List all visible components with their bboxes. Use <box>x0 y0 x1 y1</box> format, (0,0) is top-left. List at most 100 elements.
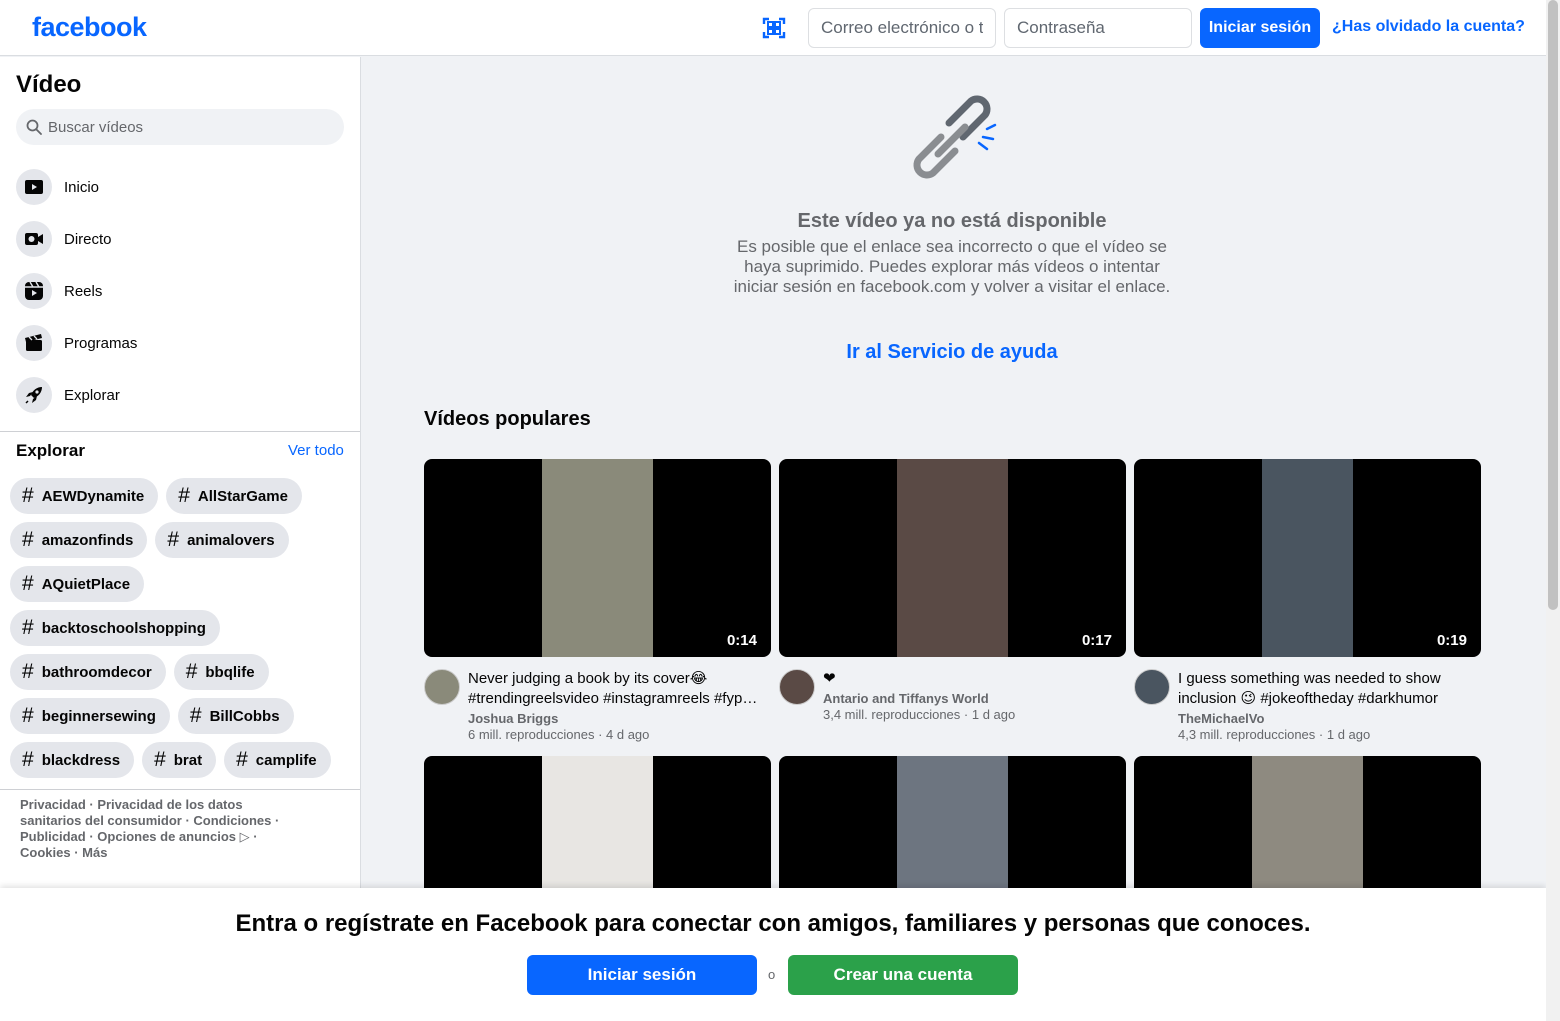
scrollbar[interactable] <box>1546 0 1560 1021</box>
login-banner: Entra o regístrate en Facebook para cone… <box>0 888 1546 1021</box>
hashtag-label: beginnersewing <box>41 707 156 725</box>
play-icon <box>16 169 52 205</box>
video-meta: 3,4 mill. reproducciones · 1 d ago <box>823 707 1016 722</box>
video-duration: 0:17 <box>1081 632 1112 649</box>
hashtag-icon: # <box>22 528 34 551</box>
video-thumbnail[interactable]: 0:14 <box>424 459 771 657</box>
video-duration: 0:19 <box>1436 632 1467 649</box>
sidebar-item-programas[interactable]: Programas <box>8 317 353 369</box>
see-all-link[interactable]: Ver todo <box>288 442 344 459</box>
email-field[interactable] <box>808 8 996 48</box>
create-account-button[interactable]: Crear una cuenta <box>788 955 1018 995</box>
video-title[interactable]: Never judging a book by its cover😂 #tren… <box>468 669 768 709</box>
or-separator: o <box>768 967 776 982</box>
sidebar-item-directo[interactable]: Directo <box>8 213 353 265</box>
video-meta: 4,3 mill. reproducciones · 1 d ago <box>1178 727 1371 742</box>
unavailable-text: Es posible que el enlace sea incorrecto … <box>733 237 1171 296</box>
sidebar-item-explorar[interactable]: Explorar <box>8 369 353 421</box>
video-age: 4 d ago <box>606 727 650 742</box>
hashtag-icon: # <box>22 484 34 507</box>
divider <box>0 789 360 790</box>
video-sidebar: Vídeo Inicio Directo Reels <box>0 57 361 888</box>
video-thumbnail[interactable]: 0:17 <box>779 459 1126 657</box>
hashtag-label: brat <box>173 751 203 769</box>
video-duration: 0:14 <box>726 632 757 649</box>
sidebar-nav: Inicio Directo Reels Programas Explorar <box>8 161 353 421</box>
hashtag-label: bathroomdecor <box>41 663 152 681</box>
avatar[interactable] <box>779 669 815 705</box>
video-author[interactable]: Antario and Tiffanys World <box>823 691 989 706</box>
hashtag-icon: # <box>22 660 34 683</box>
cookies-link[interactable]: Cookies <box>20 845 71 860</box>
hashtag-icon: # <box>22 572 34 595</box>
video-thumbnail[interactable]: 0:19 <box>1134 459 1481 657</box>
facebook-logo[interactable]: facebook <box>32 12 147 43</box>
hashtag-chip[interactable]: # bathroomdecor <box>10 654 166 690</box>
hashtag-label: animalovers <box>187 531 275 549</box>
video-title[interactable]: ❤ <box>823 669 1123 689</box>
reels-icon <box>16 273 52 309</box>
hashtag-chip[interactable]: # AllStarGame <box>166 478 302 514</box>
clapperboard-icon <box>16 325 52 361</box>
avatar[interactable] <box>1134 669 1170 705</box>
video-age: 1 d ago <box>971 707 1016 722</box>
footer-links: Privacidad · Privacidad de los datos san… <box>20 797 280 860</box>
hashtag-label: amazonfinds <box>41 531 134 549</box>
hashtag-label: backtoschoolshopping <box>41 619 206 637</box>
hashtag-label: bbqlife <box>205 663 255 681</box>
hashtag-icon: # <box>236 748 248 771</box>
hashtag-chip[interactable]: # brat <box>142 742 217 778</box>
hashtag-chip[interactable]: # camplife <box>224 742 331 778</box>
password-field[interactable] <box>1004 8 1192 48</box>
banner-text: Entra o regístrate en Facebook para cone… <box>235 910 1311 937</box>
help-center-link[interactable]: Ir al Servicio de ayuda <box>722 341 1182 364</box>
hashtag-chip[interactable]: # animalovers <box>155 522 289 558</box>
hashtag-label: BillCobbs <box>209 707 280 725</box>
qr-scan-icon[interactable] <box>762 16 786 40</box>
sidebar-item-label: Directo <box>64 230 112 248</box>
video-author[interactable]: Joshua Briggs <box>468 711 558 726</box>
sidebar-item-inicio[interactable]: Inicio <box>8 161 353 213</box>
terms-link[interactable]: Condiciones <box>193 813 271 828</box>
hashtag-chip[interactable]: # AQuietPlace <box>10 566 145 602</box>
hashtag-icon: # <box>22 616 34 639</box>
hashtag-label: AQuietPlace <box>41 575 131 593</box>
top-bar: facebook Iniciar sesión ¿Has olvidado la… <box>0 0 1546 56</box>
hashtag-icon: # <box>22 748 34 771</box>
login-button[interactable]: Iniciar sesión <box>1200 8 1320 48</box>
sidebar-item-label: Reels <box>64 282 103 300</box>
sidebar-item-reels[interactable]: Reels <box>8 265 353 317</box>
scrollbar-thumb[interactable] <box>1548 0 1558 610</box>
live-camera-icon <box>16 221 52 257</box>
privacy-link[interactable]: Privacidad <box>20 797 86 812</box>
forgot-account-link[interactable]: ¿Has olvidado la cuenta? <box>1332 18 1525 36</box>
banner-login-button[interactable]: Iniciar sesión <box>527 955 757 995</box>
video-frame <box>1262 459 1353 657</box>
divider <box>0 431 360 432</box>
ads-link[interactable]: Publicidad <box>20 829 86 844</box>
hashtag-chip[interactable]: # amazonfinds <box>10 522 148 558</box>
hashtag-chip[interactable]: # bbqlife <box>173 654 269 690</box>
rocket-icon <box>16 377 52 413</box>
hashtag-icon: # <box>178 484 190 507</box>
ad-choices-link[interactable]: Opciones de anuncios ▷ <box>97 829 249 844</box>
hashtag-chip[interactable]: # beginnersewing <box>10 698 170 734</box>
sidebar-item-label: Explorar <box>64 386 120 404</box>
hashtag-chip[interactable]: # AEWDynamite <box>10 478 159 514</box>
search-icon <box>26 119 42 135</box>
hashtag-label: camplife <box>255 751 317 769</box>
video-frame <box>542 459 653 657</box>
video-author[interactable]: TheMichaelVo <box>1178 711 1264 726</box>
video-search[interactable] <box>16 109 344 145</box>
hashtag-chip[interactable]: # backtoschoolshopping <box>10 610 220 646</box>
hashtag-chip[interactable]: # blackdress <box>10 742 135 778</box>
video-title[interactable]: I guess something was needed to show inc… <box>1178 669 1478 709</box>
main-content: Este vídeo ya no está disponible Es posi… <box>361 57 1546 954</box>
hashtag-icon: # <box>22 704 34 727</box>
search-input[interactable] <box>48 109 338 145</box>
hashtag-chip[interactable]: # BillCobbs <box>177 698 294 734</box>
video-age: 1 d ago <box>1326 727 1371 742</box>
more-link[interactable]: Más <box>82 845 107 860</box>
hashtag-icon: # <box>185 660 198 683</box>
avatar[interactable] <box>424 669 460 705</box>
